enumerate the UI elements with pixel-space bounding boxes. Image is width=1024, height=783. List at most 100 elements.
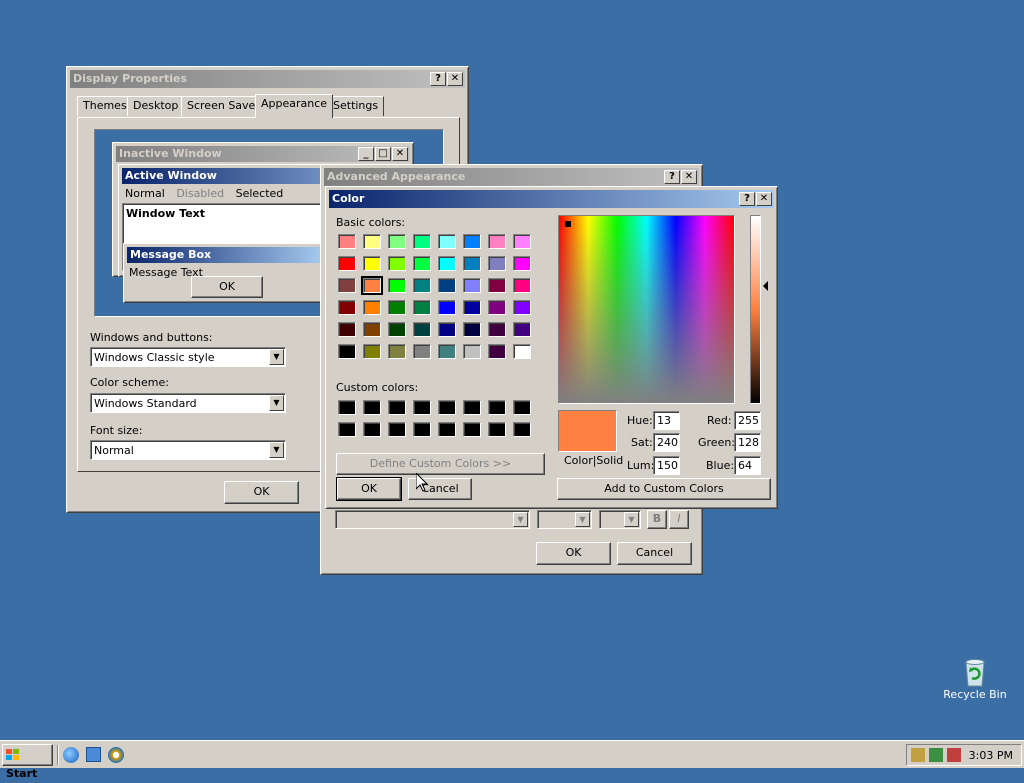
recycle-bin[interactable]: Recycle Bin (940, 656, 1010, 712)
basic-color-swatch[interactable] (338, 278, 356, 293)
close-button[interactable]: ✕ (756, 192, 772, 206)
chevron-down-icon[interactable]: ▼ (575, 512, 590, 527)
lum-field[interactable]: 150 (653, 456, 680, 475)
item-size-dropdown[interactable]: ▼ (335, 510, 530, 529)
custom-color-swatch[interactable] (513, 422, 531, 437)
luminance-slider[interactable] (750, 215, 761, 404)
basic-color-swatch[interactable] (438, 344, 456, 359)
basic-color-swatch[interactable] (513, 322, 531, 337)
basic-color-swatch[interactable] (463, 322, 481, 337)
green-field[interactable]: 128 (734, 433, 761, 452)
basic-color-swatch[interactable] (513, 278, 531, 293)
ok-button[interactable]: OK (224, 481, 299, 504)
advanced-appearance-titlebar[interactable]: Advanced Appearance ? ✕ (324, 168, 699, 186)
define-custom-colors-button[interactable]: Define Custom Colors >> (336, 453, 545, 475)
custom-color-swatch[interactable] (388, 400, 406, 415)
blue-field[interactable]: 64 (734, 456, 761, 475)
basic-color-swatch[interactable] (388, 234, 406, 249)
basic-color-swatch[interactable] (438, 278, 456, 293)
custom-color-swatch[interactable] (488, 400, 506, 415)
help-button[interactable]: ? (739, 192, 755, 206)
basic-color-swatch[interactable] (513, 234, 531, 249)
luminance-arrow-icon[interactable] (763, 281, 768, 291)
font-size-dropdown[interactable]: Normal ▼ (90, 440, 286, 460)
basic-color-swatch[interactable] (413, 234, 431, 249)
tray-icon[interactable] (947, 748, 961, 762)
custom-color-swatch[interactable] (338, 422, 356, 437)
chevron-down-icon[interactable]: ▼ (269, 349, 284, 365)
color-dialog-titlebar[interactable]: Color ? ✕ (329, 190, 774, 208)
basic-color-swatch[interactable] (338, 322, 356, 337)
custom-color-swatch[interactable] (413, 422, 431, 437)
custom-color-swatch[interactable] (388, 422, 406, 437)
custom-color-swatch[interactable] (438, 400, 456, 415)
basic-color-swatch[interactable] (363, 234, 381, 249)
ok-button[interactable]: OK (336, 477, 402, 501)
basic-color-swatch[interactable] (488, 234, 506, 249)
basic-color-swatch[interactable] (363, 300, 381, 315)
basic-color-swatch[interactable] (338, 256, 356, 271)
custom-color-swatch[interactable] (488, 422, 506, 437)
basic-color-swatch[interactable] (488, 344, 506, 359)
font-size-dropdown[interactable]: ▼ (599, 510, 641, 529)
basic-color-swatch[interactable] (388, 322, 406, 337)
close-button[interactable]: ✕ (681, 170, 697, 184)
basic-color-swatch[interactable] (363, 322, 381, 337)
red-field[interactable]: 255 (734, 411, 761, 430)
bold-button[interactable]: B (647, 510, 667, 529)
custom-color-swatch[interactable] (363, 400, 381, 415)
close-button[interactable]: ✕ (447, 72, 463, 86)
basic-color-swatch[interactable] (363, 344, 381, 359)
basic-color-swatch[interactable] (413, 256, 431, 271)
custom-color-swatch[interactable] (413, 400, 431, 415)
tab-screen-saver[interactable]: Screen Saver (181, 96, 266, 116)
windows-buttons-dropdown[interactable]: Windows Classic style ▼ (90, 347, 286, 367)
basic-color-swatch[interactable] (513, 256, 531, 271)
color-spectrum[interactable] (558, 215, 735, 404)
clock[interactable]: 3:03 PM (969, 749, 1013, 762)
color-scheme-dropdown[interactable]: Windows Standard ▼ (90, 393, 286, 413)
help-button[interactable]: ? (664, 170, 680, 184)
chevron-down-icon[interactable]: ▼ (624, 512, 639, 527)
tab-settings[interactable]: Settings (327, 96, 385, 116)
sat-field[interactable]: 240 (653, 433, 680, 452)
custom-color-swatch[interactable] (463, 422, 481, 437)
basic-color-swatch[interactable] (413, 300, 431, 315)
basic-color-swatch[interactable] (438, 256, 456, 271)
add-to-custom-colors-button[interactable]: Add to Custom Colors (557, 478, 771, 500)
basic-color-swatch[interactable] (463, 300, 481, 315)
chevron-down-icon[interactable]: ▼ (269, 442, 284, 458)
chevron-down-icon[interactable]: ▼ (513, 512, 528, 527)
custom-color-swatch[interactable] (438, 422, 456, 437)
basic-color-swatch[interactable] (338, 344, 356, 359)
basic-color-swatch[interactable] (463, 278, 481, 293)
basic-color-swatch[interactable] (388, 256, 406, 271)
basic-color-swatch[interactable] (463, 234, 481, 249)
basic-color-swatch[interactable] (488, 256, 506, 271)
ok-button[interactable]: OK (536, 542, 611, 565)
basic-color-swatch[interactable] (513, 344, 531, 359)
basic-color-swatch[interactable] (463, 256, 481, 271)
custom-color-swatch[interactable] (363, 422, 381, 437)
basic-color-swatch[interactable] (413, 322, 431, 337)
basic-color-swatch[interactable] (488, 322, 506, 337)
start-button[interactable]: Start (2, 744, 53, 780)
ie-icon[interactable] (63, 747, 79, 763)
basic-color-swatch[interactable] (363, 256, 381, 271)
tab-themes[interactable]: Themes (77, 96, 133, 116)
tray-icon[interactable] (911, 748, 925, 762)
basic-color-swatch[interactable] (388, 344, 406, 359)
basic-color-swatch[interactable] (438, 300, 456, 315)
basic-color-swatch[interactable] (388, 278, 406, 293)
basic-color-swatch[interactable] (488, 300, 506, 315)
chevron-down-icon[interactable]: ▼ (269, 395, 284, 411)
basic-color-swatch[interactable] (463, 344, 481, 359)
basic-color-swatch[interactable] (338, 234, 356, 249)
hue-field[interactable]: 13 (653, 411, 680, 430)
basic-color-swatch[interactable] (413, 278, 431, 293)
custom-color-swatch[interactable] (513, 400, 531, 415)
help-button[interactable]: ? (430, 72, 446, 86)
basic-color-swatch[interactable] (388, 300, 406, 315)
cancel-button[interactable]: Cancel (617, 542, 692, 565)
tab-desktop[interactable]: Desktop (127, 96, 185, 116)
